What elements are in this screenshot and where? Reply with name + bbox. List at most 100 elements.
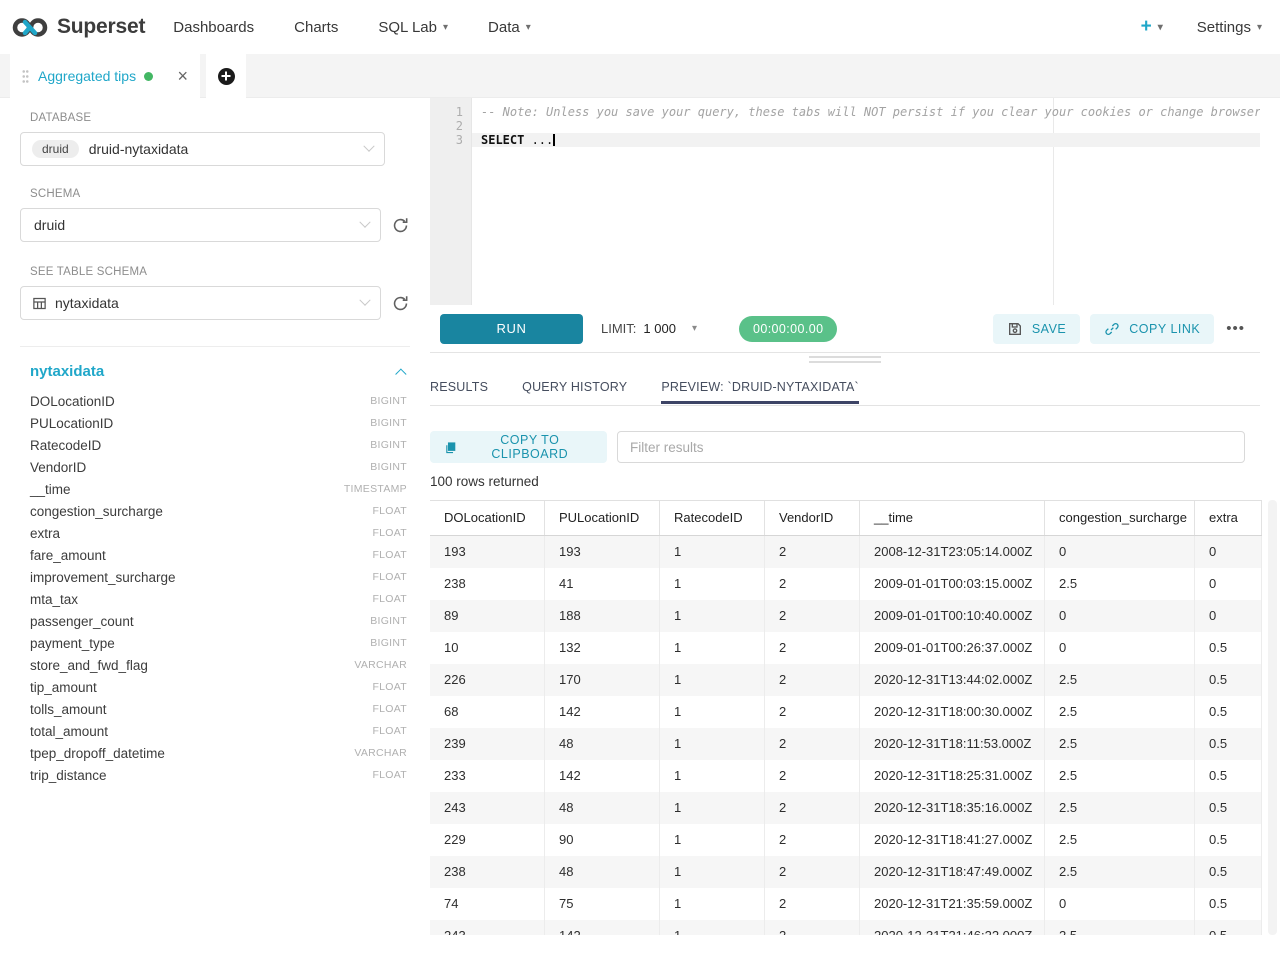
grid-cell: 0.5 xyxy=(1195,664,1262,696)
copy-link-button[interactable]: COPY LINK xyxy=(1090,314,1214,344)
schema-column-row[interactable]: store_and_fwd_flagVARCHAR xyxy=(30,654,407,676)
grid-cell: 2020-12-31T18:00:30.000Z xyxy=(860,696,1045,728)
refresh-schema-button[interactable] xyxy=(391,216,410,235)
schema-column-row[interactable]: total_amountFLOAT xyxy=(30,720,407,742)
line-number: 1 xyxy=(430,105,472,119)
grid-row[interactable]: 23848122020-12-31T18:47:49.000Z2.50.5 xyxy=(430,856,1262,888)
run-button[interactable]: RUN xyxy=(440,314,583,344)
collapse-chevron-up-icon[interactable] xyxy=(395,368,406,379)
link-icon xyxy=(1104,321,1120,337)
grid-row[interactable]: 24348122020-12-31T18:35:16.000Z2.50.5 xyxy=(430,792,1262,824)
more-actions-button[interactable]: ••• xyxy=(1226,320,1245,337)
schema-column-row[interactable]: trip_distanceFLOAT xyxy=(30,764,407,786)
drag-handle-icon[interactable] xyxy=(22,69,29,83)
grid-cell: 188 xyxy=(545,600,660,632)
grid-header-cell[interactable]: VendorID xyxy=(765,501,860,535)
column-name: tip_amount xyxy=(30,680,97,695)
grid-row[interactable]: 68142122020-12-31T18:00:30.000Z2.50.5 xyxy=(430,696,1262,728)
grid-cell: 2.5 xyxy=(1045,760,1195,792)
grid-cell: 243 xyxy=(430,920,545,935)
settings-menu[interactable]: Settings ▾ xyxy=(1197,19,1262,36)
nav-item-charts[interactable]: Charts xyxy=(294,19,338,36)
editor-line[interactable]: 3SELECT ... xyxy=(430,133,1260,147)
results-tab-query-history[interactable]: QUERY HISTORY xyxy=(522,367,627,404)
schema-column-row[interactable]: improvement_surchargeFLOAT xyxy=(30,566,407,588)
divider xyxy=(20,346,410,347)
nav-item-data[interactable]: Data▾ xyxy=(488,19,531,36)
schema-column-row[interactable]: tolls_amountFLOAT xyxy=(30,698,407,720)
nav-item-label: Data xyxy=(488,19,520,36)
schema-column-row[interactable]: tpep_dropoff_datetimeVARCHAR xyxy=(30,742,407,764)
schema-column-row[interactable]: RatecodeIDBIGINT xyxy=(30,434,407,456)
grid-cell: 2 xyxy=(765,664,860,696)
schema-column-row[interactable]: extraFLOAT xyxy=(30,522,407,544)
database-select[interactable]: druid druid-nytaxidata xyxy=(20,132,385,166)
schema-column-row[interactable]: PULocationIDBIGINT xyxy=(30,412,407,434)
grid-row[interactable]: 7475122020-12-31T21:35:59.000Z00.5 xyxy=(430,888,1262,920)
copy-to-clipboard-button[interactable]: COPY TO CLIPBOARD xyxy=(430,431,607,463)
schema-column-row[interactable]: fare_amountFLOAT xyxy=(30,544,407,566)
grid-row[interactable]: 89188122009-01-01T00:10:40.000Z00 xyxy=(430,600,1262,632)
tab-aggregated-tips[interactable]: Aggregated tips × xyxy=(10,54,200,98)
grid-scrollbar[interactable] xyxy=(1268,500,1277,935)
grid-row[interactable]: 22990122020-12-31T18:41:27.000Z2.50.5 xyxy=(430,824,1262,856)
schema-column-row[interactable]: passenger_countBIGINT xyxy=(30,610,407,632)
grid-row[interactable]: 23948122020-12-31T18:11:53.000Z2.50.5 xyxy=(430,728,1262,760)
grid-row[interactable]: 193193122008-12-31T23:05:14.000Z00 xyxy=(430,536,1262,568)
schema-column-row[interactable]: VendorIDBIGINT xyxy=(30,456,407,478)
grid-cell: 0 xyxy=(1045,536,1195,568)
grid-cell: 2 xyxy=(765,792,860,824)
column-type: BIGINT xyxy=(370,395,407,407)
column-name: tpep_dropoff_datetime xyxy=(30,746,165,761)
nav-item-sql-lab[interactable]: SQL Lab▾ xyxy=(378,19,448,36)
grid-cell: 2 xyxy=(765,760,860,792)
limit-dropdown[interactable]: LIMIT: 1 000 ▾ xyxy=(601,321,697,336)
editor-line[interactable]: 1-- Note: Unless you save your query, th… xyxy=(430,105,1260,119)
grid-cell: 2020-12-31T18:35:16.000Z xyxy=(860,792,1045,824)
new-item-menu[interactable]: + ▾ xyxy=(1141,16,1163,38)
close-tab-icon[interactable]: × xyxy=(177,67,188,85)
schema-column-list: DOLocationIDBIGINTPULocationIDBIGINTRate… xyxy=(30,390,407,786)
schema-column-row[interactable]: congestion_surchargeFLOAT xyxy=(30,500,407,522)
grid-cell: 2020-12-31T18:11:53.000Z xyxy=(860,728,1045,760)
grid-row[interactable]: 243142122020-12-31T21:46:22.000Z2.50.5 xyxy=(430,920,1262,935)
grid-header-cell[interactable]: extra xyxy=(1195,501,1262,535)
schema-column-row[interactable]: DOLocationIDBIGINT xyxy=(30,390,407,412)
schema-column-row[interactable]: __timeTIMESTAMP xyxy=(30,478,407,500)
grid-row[interactable]: 10132122009-01-01T00:26:37.000Z00.5 xyxy=(430,632,1262,664)
grid-header-cell[interactable]: DOLocationID xyxy=(430,501,545,535)
table-select[interactable]: nytaxidata xyxy=(20,286,381,320)
plus-icon: + xyxy=(1141,16,1152,38)
sql-editor[interactable]: 1-- Note: Unless you save your query, th… xyxy=(430,98,1260,305)
refresh-table-button[interactable] xyxy=(391,294,410,313)
table-schema-title[interactable]: nytaxidata xyxy=(30,363,104,380)
limit-label: LIMIT: xyxy=(601,321,636,336)
grid-header-cell[interactable]: RatecodeID xyxy=(660,501,765,535)
grid-row[interactable]: 233142122020-12-31T18:25:31.000Z2.50.5 xyxy=(430,760,1262,792)
column-type: FLOAT xyxy=(372,769,407,781)
grid-header-cell[interactable]: __time xyxy=(860,501,1045,535)
editor-line[interactable]: 2 xyxy=(430,119,1260,133)
save-button[interactable]: SAVE xyxy=(993,314,1080,344)
superset-logo[interactable]: Superset xyxy=(12,15,145,39)
grid-cell: 243 xyxy=(430,792,545,824)
grid-header-cell[interactable]: congestion_surcharge xyxy=(1045,501,1195,535)
caret-down-icon: ▾ xyxy=(1158,22,1163,33)
add-tab-button[interactable] xyxy=(206,54,246,98)
panel-resize-handle[interactable] xyxy=(430,353,1260,365)
column-type: FLOAT xyxy=(372,571,407,583)
schema-select[interactable]: druid xyxy=(20,208,381,242)
schema-column-row[interactable]: mta_taxFLOAT xyxy=(30,588,407,610)
sqllab-sidebar: DATABASE druid druid-nytaxidata SCHEMA d… xyxy=(0,98,430,960)
grid-header-cell[interactable]: PULocationID xyxy=(545,501,660,535)
results-tab-preview[interactable]: PREVIEW: `DRUID-NYTAXIDATA` xyxy=(661,367,859,404)
schema-column-row[interactable]: tip_amountFLOAT xyxy=(30,676,407,698)
filter-results-input[interactable] xyxy=(617,431,1245,463)
grid-cell: 2.5 xyxy=(1045,856,1195,888)
results-tab-results[interactable]: RESULTS xyxy=(430,367,488,404)
grid-cell: 2020-12-31T18:25:31.000Z xyxy=(860,760,1045,792)
grid-row[interactable]: 23841122009-01-01T00:03:15.000Z2.50 xyxy=(430,568,1262,600)
schema-column-row[interactable]: payment_typeBIGINT xyxy=(30,632,407,654)
grid-row[interactable]: 226170122020-12-31T13:44:02.000Z2.50.5 xyxy=(430,664,1262,696)
nav-item-dashboards[interactable]: Dashboards xyxy=(173,19,254,36)
